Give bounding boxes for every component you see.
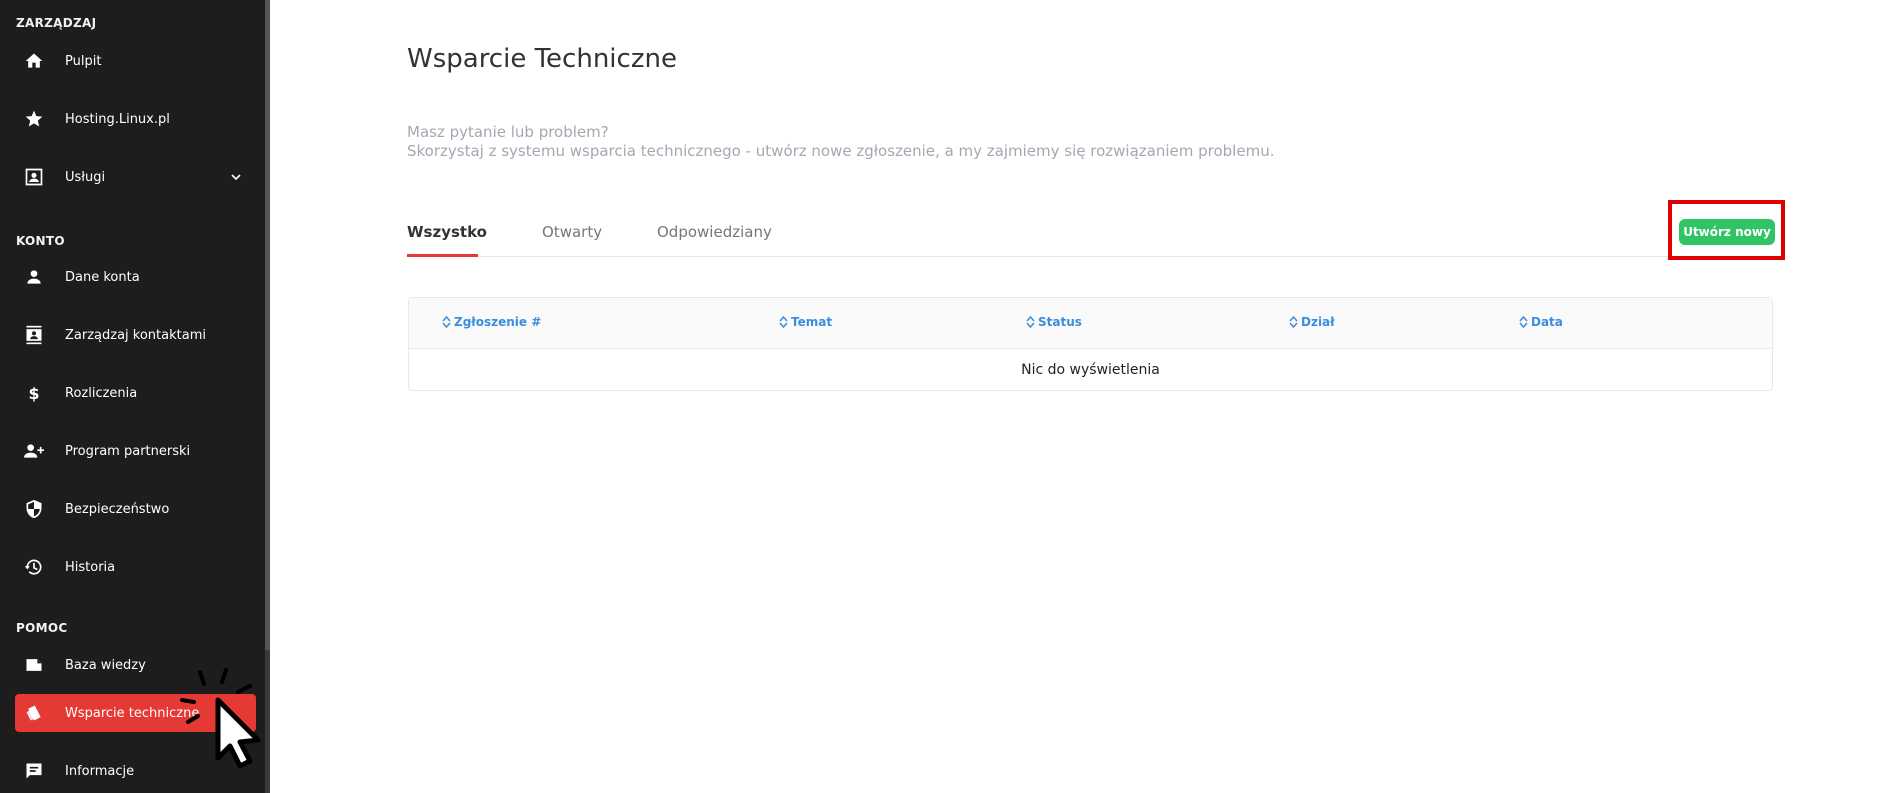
sidebar-item-label: Baza wiedzy [65,657,146,673]
empty-table-message: Nic do wyświetlenia [1021,362,1160,378]
table-header: Zgłoszenie # Temat Status Dział Data [409,298,1772,349]
sidebar-item-historia[interactable]: Historia [15,548,256,586]
tab-bar: Wszystko Otwarty Odpowiedziany [407,215,1773,257]
sort-icon [779,316,788,328]
sidebar-item-label: Zarządzaj kontaktami [65,327,206,343]
column-header-status[interactable]: Status [1026,315,1082,329]
add-person-icon [23,440,45,462]
sidebar-item-label: Dane konta [65,269,140,285]
sidebar-item-uslugi[interactable]: Usługi [15,158,256,196]
sidebar-item-program-partnerski[interactable]: Program partnerski [15,432,256,470]
shield-icon [23,498,45,520]
section-label-manage: ZARZĄDZAJ [16,16,97,30]
star-icon [23,108,45,130]
sidebar-item-dane-konta[interactable]: Dane konta [15,258,256,296]
intro-line-2: Skorzystaj z systemu wsparcia techniczne… [407,142,1275,160]
person-icon [23,266,45,288]
chevron-down-icon[interactable] [228,169,244,189]
tickets-table: Zgłoszenie # Temat Status Dział Data Nic… [408,297,1773,391]
section-label-help: POMOC [16,621,68,635]
column-header-label: Status [1038,315,1082,329]
sidebar-item-label: Hosting.Linux.pl [65,111,170,127]
column-header-subject[interactable]: Temat [779,315,832,329]
sidebar-item-bezpieczenstwo[interactable]: Bezpieczeństwo [15,490,256,528]
svg-text:$: $ [28,384,39,403]
home-icon [23,50,45,72]
column-header-date[interactable]: Data [1519,315,1563,329]
contacts-icon [23,324,45,346]
contact-box-icon [23,166,45,188]
page-title: Wsparcie Techniczne [407,44,677,74]
sidebar-item-pulpit[interactable]: Pulpit [15,42,256,80]
section-label-account: KONTO [16,234,65,248]
tab-otwarty[interactable]: Otwarty [542,223,602,241]
ticket-icon [23,702,45,724]
column-header-label: Data [1531,315,1563,329]
create-ticket-button[interactable]: Utwórz nowy [1679,219,1775,245]
intro-line-1: Masz pytanie lub problem? [407,123,609,141]
sidebar-item-label: Pulpit [65,53,102,69]
tab-wszystko[interactable]: Wszystko [407,223,487,241]
history-icon [23,556,45,578]
column-header-label: Temat [791,315,833,329]
column-header-ticket[interactable]: Zgłoszenie # [442,315,541,329]
sidebar-item-label: Usługi [65,169,106,185]
sidebar-item-label: Informacje [65,763,135,779]
sidebar-item-label: Program partnerski [65,443,191,459]
column-header-label: Dział [1301,315,1335,329]
sidebar-item-rozliczenia[interactable]: $ Rozliczenia [15,374,256,412]
sidebar-item-label: Bezpieczeństwo [65,501,170,517]
sort-icon [442,316,451,328]
sidebar-item-kontakty[interactable]: Zarządzaj kontaktami [15,316,256,354]
sort-icon [1026,316,1035,328]
click-cursor-icon [180,668,275,769]
main-content: Wsparcie Techniczne Masz pytanie lub pro… [270,0,1903,793]
intro-text: Masz pytanie lub problem? Skorzystaj z s… [407,123,1274,161]
note-icon [23,654,45,676]
sidebar-item-label: Historia [65,559,116,575]
sort-icon [1519,316,1528,328]
tab-odpowiedziany[interactable]: Odpowiedziany [657,223,772,241]
sidebar-item-hosting[interactable]: Hosting.Linux.pl [15,100,256,138]
column-header-department[interactable]: Dział [1289,315,1335,329]
sidebar-item-label: Rozliczenia [65,385,138,401]
sort-icon [1289,316,1298,328]
column-header-label: Zgłoszenie # [454,315,542,329]
dollar-icon: $ [23,382,45,404]
active-tab-indicator [407,254,478,257]
app-window: ZARZĄDZAJ Pulpit Hosting.Linux.pl Usługi… [0,0,1903,793]
announcement-icon [23,760,45,782]
